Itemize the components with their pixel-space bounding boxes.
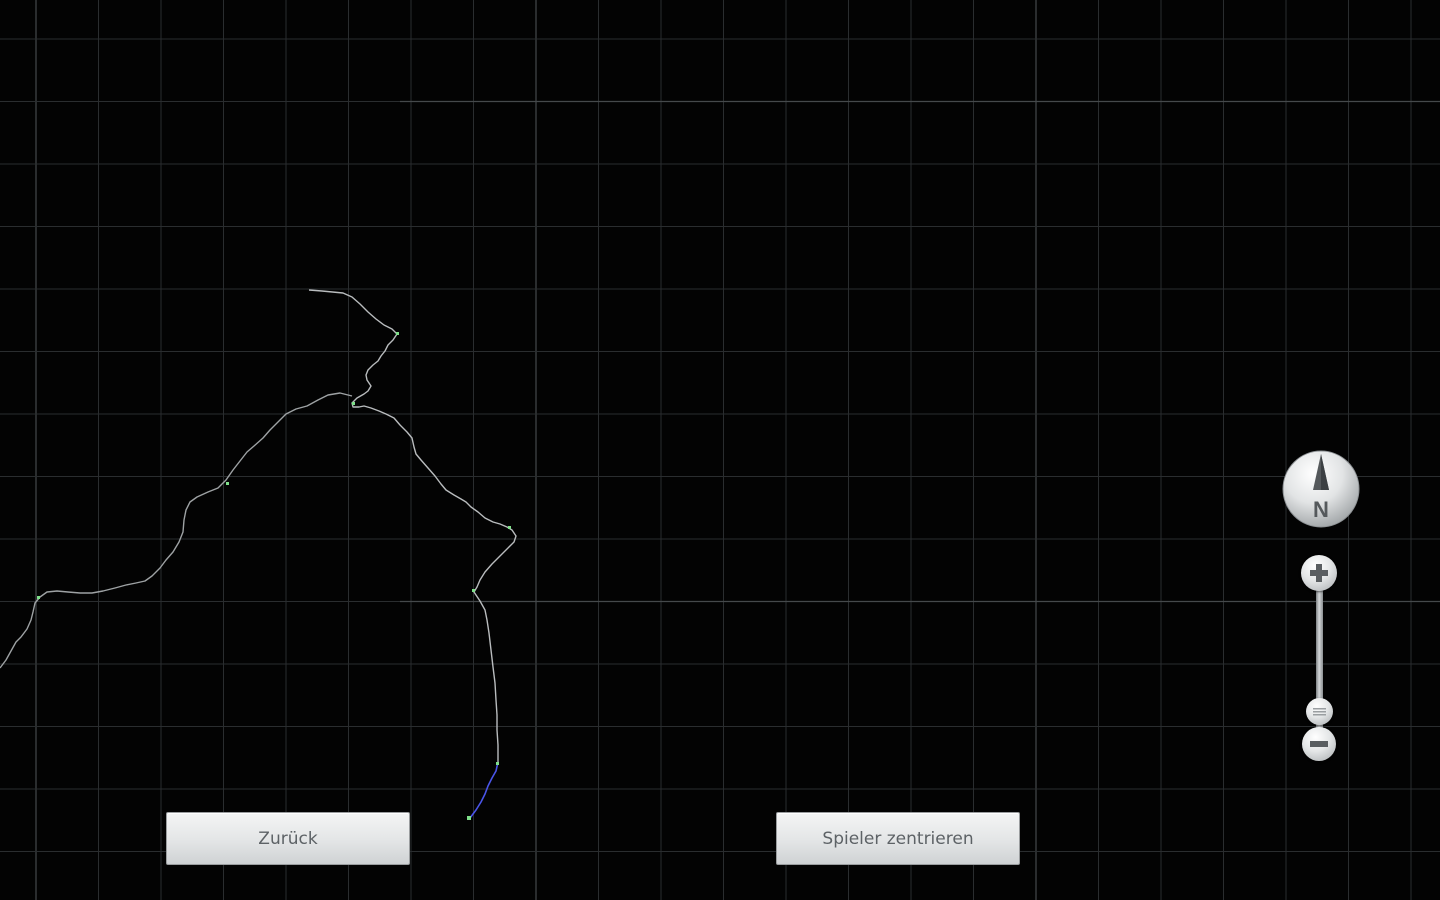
waypoint-marker	[226, 482, 229, 485]
gps-track-recent	[469, 761, 499, 819]
map-grid	[0, 0, 1440, 900]
waypoint-marker	[37, 596, 40, 599]
waypoint-marker	[396, 332, 399, 335]
compass-north-icon[interactable]: N	[1282, 450, 1360, 528]
waypoint-marker	[508, 526, 511, 529]
waypoint-marker	[352, 402, 355, 405]
zoom-out-button[interactable]	[1302, 727, 1336, 761]
map-view[interactable]	[0, 0, 1440, 900]
track-end-marker	[467, 816, 471, 820]
gps-waypoints	[37, 332, 511, 820]
slider-handle-icon	[1313, 708, 1326, 716]
zoom-slider-handle[interactable]	[1306, 698, 1333, 725]
plus-icon	[1310, 564, 1328, 582]
waypoint-marker	[472, 589, 475, 592]
zoom-control	[1300, 554, 1340, 764]
waypoint-marker	[496, 762, 499, 765]
center-player-button[interactable]: Spieler zentrieren	[776, 812, 1020, 865]
minus-icon	[1310, 741, 1328, 747]
gps-track-line-west	[0, 392, 353, 669]
map-canvas[interactable]	[0, 0, 1440, 900]
gps-track	[0, 289, 517, 820]
compass-label: N	[1313, 497, 1329, 522]
gps-track-line	[308, 289, 517, 762]
zoom-in-button[interactable]	[1301, 555, 1337, 591]
back-button[interactable]: Zurück	[166, 812, 410, 865]
